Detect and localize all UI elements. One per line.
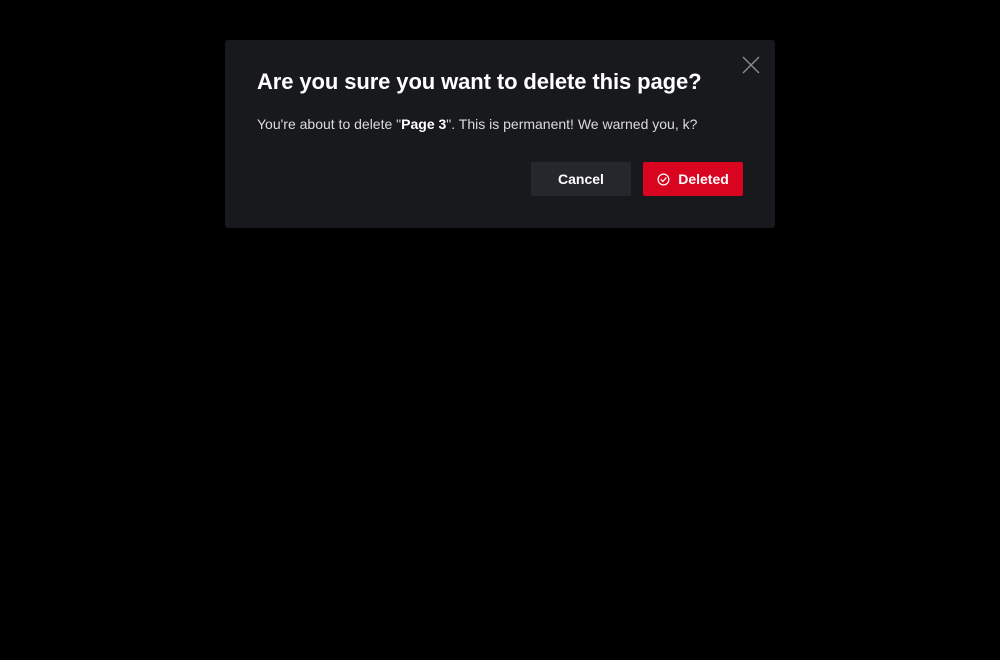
delete-button-label: Deleted bbox=[678, 171, 729, 187]
delete-button[interactable]: Deleted bbox=[643, 162, 743, 196]
check-circle-icon bbox=[657, 173, 670, 186]
delete-page-dialog: Are you sure you want to delete this pag… bbox=[225, 40, 775, 228]
dialog-title: Are you sure you want to delete this pag… bbox=[257, 69, 702, 94]
page-name: Page 3 bbox=[401, 116, 447, 132]
dialog-message: You're about to delete "Page 3". This is… bbox=[257, 114, 743, 134]
close-icon bbox=[742, 56, 760, 74]
close-button[interactable] bbox=[741, 55, 761, 75]
message-suffix: ". This is permanent! We warned you, k? bbox=[446, 116, 698, 132]
message-prefix: You're about to delete " bbox=[257, 116, 402, 132]
cancel-button-label: Cancel bbox=[558, 171, 604, 187]
cancel-button[interactable]: Cancel bbox=[531, 162, 631, 196]
dialog-actions: Cancel Deleted bbox=[531, 162, 743, 196]
